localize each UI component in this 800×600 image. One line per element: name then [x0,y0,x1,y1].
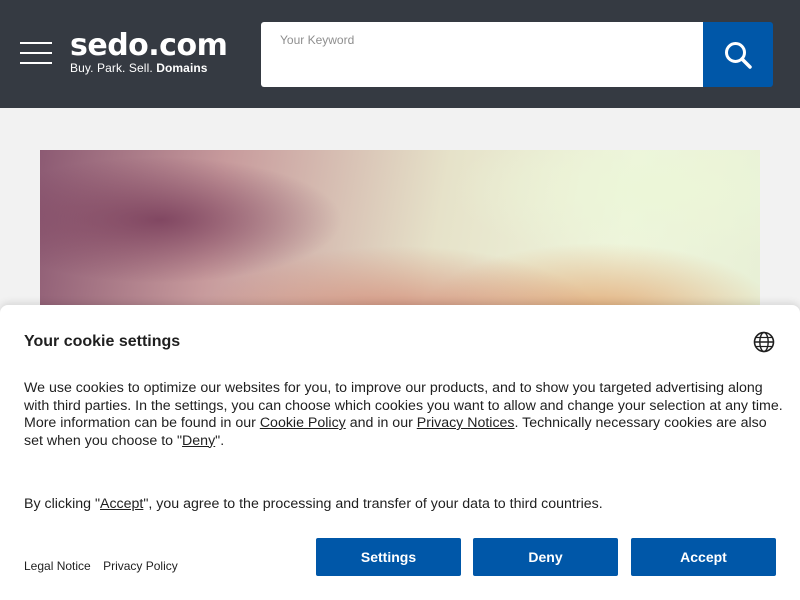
hero-image [40,150,760,310]
third-country-notice: By clicking "Accept", you agree to the p… [24,496,784,514]
privacy-policy-link[interactable]: Privacy Policy [103,559,178,573]
cookie-text-part: ". [215,432,225,449]
accept-inline-link[interactable]: Accept [100,496,143,512]
tagline-domains: Domains [156,61,208,75]
settings-button[interactable]: Settings [316,538,461,576]
menu-icon[interactable] [20,42,52,64]
top-navigation-bar: sedo.com Buy. Park. Sell. Domains Your K… [0,0,800,108]
privacy-notices-link[interactable]: Privacy Notices [417,415,515,431]
cookie-description: We use cookies to optimize our websites … [24,380,784,450]
cookie-dialog-title: Your cookie settings [24,333,181,350]
cookie-text-part: and in our [345,415,417,431]
search-input[interactable]: Your Keyword [261,22,703,87]
sedo-logo[interactable]: sedo.com Buy. Park. Sell. Domains [70,28,228,76]
notice-text-part: By clicking " [24,496,100,512]
tagline-sell: Sell. [128,61,153,75]
tagline-buy: Buy. [70,61,94,75]
menu-icon-line [20,42,52,44]
logo-wordmark: sedo.com [70,28,228,63]
search-icon [725,41,752,69]
logo-tagline: Buy. Park. Sell. Domains [70,61,227,75]
cookie-consent-dialog: Your cookie settings We use cookies to o… [0,305,800,600]
tagline-park: Park. [96,61,126,75]
search-placeholder: Your Keyword [280,33,355,47]
accept-button[interactable]: Accept [631,538,776,576]
legal-notice-link[interactable]: Legal Notice [24,559,91,573]
search-button[interactable] [703,22,773,87]
notice-text-part: ", you agree to the processing and trans… [143,496,603,512]
deny-button[interactable]: Deny [473,538,618,576]
deny-inline-link[interactable]: Deny [182,433,215,449]
menu-icon-line [20,62,52,64]
language-globe-icon[interactable] [753,331,775,353]
cookie-footer-links: Legal Notice Privacy Policy [24,559,187,573]
cookie-policy-link[interactable]: Cookie Policy [260,415,346,431]
menu-icon-line [20,52,52,54]
